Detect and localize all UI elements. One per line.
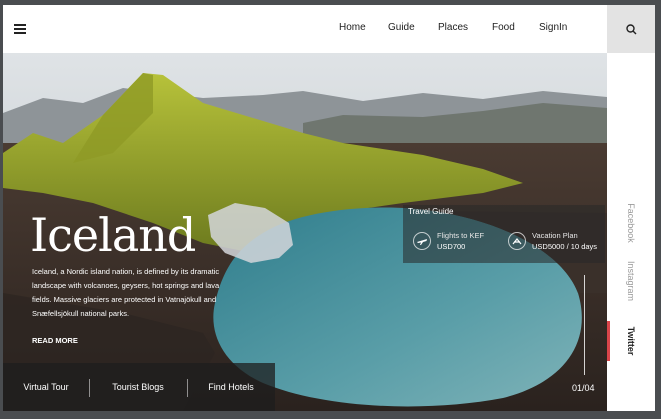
beach-chair-icon [508, 232, 526, 250]
nav-signin[interactable]: SignIn [539, 22, 567, 33]
read-more-link[interactable]: READ MORE [32, 336, 78, 345]
nav-guide[interactable]: Guide [388, 22, 415, 33]
twitter-label: Twitter [626, 326, 636, 356]
nav-food[interactable]: Food [492, 22, 515, 33]
search-button[interactable] [607, 5, 655, 53]
active-indicator [607, 321, 610, 361]
top-header: Home Guide Places Food SignIn [3, 5, 607, 53]
search-icon [625, 23, 636, 34]
hero-title: Iceland [30, 208, 196, 262]
travel-guide-panel: Travel Guide Flights to KEF USD700 Vacat… [403, 205, 605, 263]
social-sidebar: Facebook Instagram Twitter [607, 53, 655, 411]
facebook-link[interactable]: Facebook [607, 193, 655, 253]
twitter-link[interactable]: Twitter [607, 311, 655, 371]
nav-places[interactable]: Places [438, 22, 468, 33]
airplane-icon [413, 232, 431, 250]
page-frame: Home Guide Places Food SignIn Iceland Ic… [0, 0, 661, 419]
instagram-link[interactable]: Instagram [607, 251, 655, 311]
flights-option[interactable]: Flights to KEF USD700 [409, 227, 504, 257]
slide-progress-line [584, 275, 585, 375]
nav-home[interactable]: Home [339, 22, 366, 33]
slide-counter: 01/04 [572, 383, 595, 393]
tourist-blogs-link[interactable]: Tourist Blogs [89, 363, 187, 411]
flights-price: USD700 [437, 242, 466, 251]
vacation-label: Vacation Plan [532, 231, 578, 240]
flights-label: Flights to KEF [437, 231, 485, 240]
find-hotels-link[interactable]: Find Hotels [187, 363, 275, 411]
virtual-tour-link[interactable]: Virtual Tour [3, 363, 89, 411]
bottom-link-bar: Virtual Tour Tourist Blogs Find Hotels [3, 363, 275, 411]
facebook-label: Facebook [626, 203, 636, 243]
vacation-price: USD5000 / 10 days [532, 242, 598, 251]
hero-banner: Iceland Iceland, a Nordic island nation,… [3, 53, 607, 411]
main-nav: Home Guide Places Food SignIn [3, 5, 607, 53]
travel-guide-title: Travel Guide [408, 207, 454, 216]
instagram-label: Instagram [626, 260, 636, 302]
hero-description: Iceland, a Nordic island nation, is defi… [32, 267, 220, 318]
vacation-option[interactable]: Vacation Plan USD5000 / 10 days [504, 227, 604, 257]
